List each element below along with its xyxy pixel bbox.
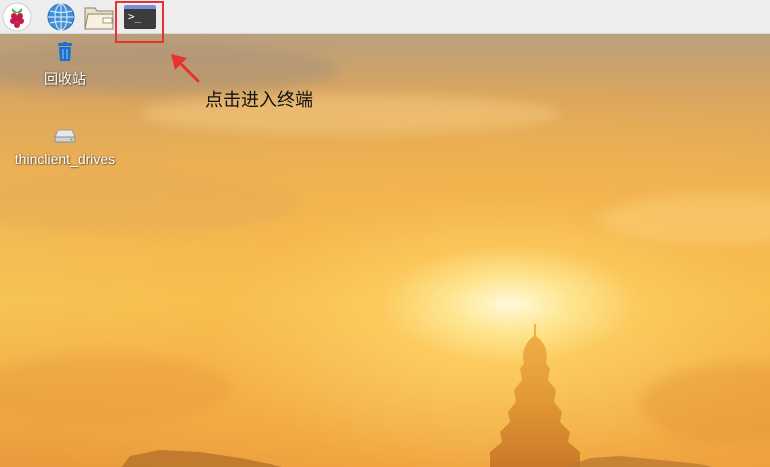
thinclient-drives-label: thinclient_drives	[14, 151, 116, 167]
folder-icon	[83, 3, 115, 31]
wallpaper-cloud	[0, 174, 300, 234]
trash-icon	[56, 42, 74, 66]
hills-silhouette	[121, 450, 712, 467]
globe-icon	[46, 2, 76, 32]
web-browser-button[interactable]	[45, 1, 77, 33]
wallpaper-cloud	[600, 194, 770, 244]
drive-icon	[54, 128, 76, 148]
annotation-arrow	[171, 54, 200, 83]
wallpaper-cloud	[140, 94, 560, 134]
raspberry-menu-button[interactable]	[1, 1, 33, 33]
terminal-icon-glyph: >_	[128, 10, 142, 23]
file-manager-button[interactable]	[83, 1, 115, 33]
desktop-wallpaper	[0, 34, 770, 467]
wallpaper-cloud	[640, 364, 770, 444]
annotation-caption: 点击进入终端	[205, 90, 313, 111]
desktop-icon-thinclient-drives[interactable]: thinclient_drives	[5, 128, 125, 167]
wallpaper-cloud	[0, 354, 230, 424]
raspberry-pi-icon	[2, 2, 32, 32]
terminal-icon: >_	[124, 5, 156, 29]
desktop-icon-trash[interactable]: 回收站	[30, 42, 100, 89]
trash-label: 回收站	[44, 71, 86, 87]
terminal-button[interactable]: >_	[124, 1, 156, 33]
top-panel: >_	[0, 0, 770, 34]
